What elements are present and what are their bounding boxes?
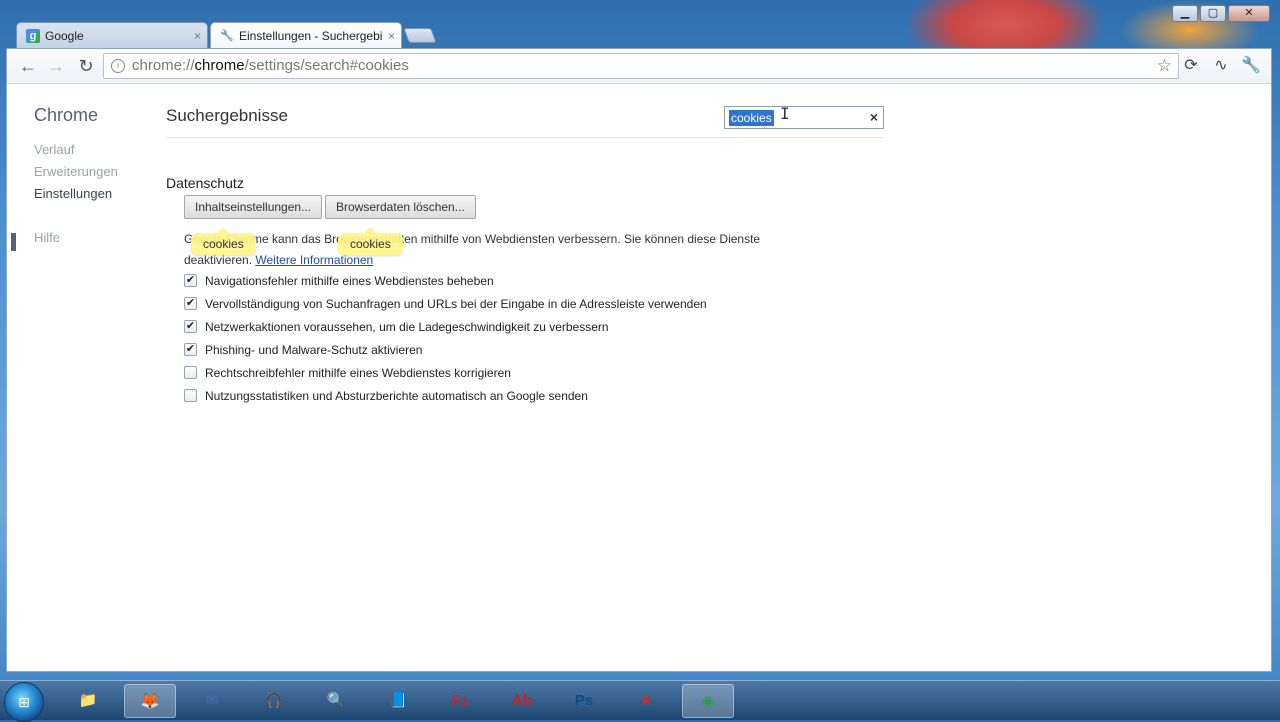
checkbox-label: Vervollständigung von Suchanfragen und U…	[205, 297, 707, 311]
checkbox-label: Phishing- und Malware-Schutz aktivieren	[205, 343, 423, 357]
url-scheme: chrome://	[132, 57, 195, 74]
wrench-icon: 🔧	[220, 30, 234, 42]
tab-settings[interactable]: 🔧 Einstellungen - Suchergebi ×	[210, 22, 402, 48]
sidebar-item-verlauf[interactable]: Verlauf	[34, 142, 74, 157]
firefox-icon[interactable]: 🦊	[124, 684, 176, 718]
sidebar-item-einstellungen[interactable]: Einstellungen	[34, 186, 112, 201]
bookmark-star-icon[interactable]: ☆	[1157, 54, 1172, 78]
checkbox-checked[interactable]: ✔	[184, 297, 197, 310]
section-title-datenschutz: Datenschutz	[166, 175, 244, 191]
learn-more-link[interactable]: Weitere Informationen	[255, 253, 373, 267]
thunderbird-icon[interactable]: ✉	[186, 684, 238, 718]
close-window-button[interactable]: ✕	[1228, 5, 1270, 22]
address-bar[interactable]: i chrome://chrome/settings/search#cookie…	[103, 53, 1179, 79]
settings-search-input[interactable]: cookies ×	[724, 106, 884, 129]
extension-icon[interactable]: ⟳	[1179, 55, 1203, 77]
explorer-icon[interactable]: 📁	[62, 684, 114, 718]
tab-close-icon[interactable]: ×	[388, 23, 395, 48]
clear-browsing-data-button[interactable]: Browserdaten löschen...	[325, 195, 476, 219]
pokerstars-icon[interactable]: ★	[620, 684, 672, 718]
photoshop-icon[interactable]: Ps	[558, 684, 610, 718]
sidebar-title: Chrome	[34, 105, 99, 125]
minimize-button[interactable]: ▁	[1172, 5, 1198, 22]
reload-icon[interactable]: ↻	[75, 55, 97, 77]
checkbox-checked[interactable]: ✔	[184, 343, 197, 356]
pulse-extension-icon[interactable]: ∿	[1209, 55, 1233, 77]
tab-label: Einstellungen - Suchergebi	[239, 29, 383, 43]
maximize-button[interactable]: ▢	[1200, 5, 1226, 22]
new-tab-button[interactable]	[403, 28, 437, 43]
sidebar-item-erweiterungen[interactable]: Erweiterungen	[34, 164, 118, 179]
window-controls: ▁ ▢ ✕	[1172, 5, 1270, 22]
text-cursor-icon: I	[780, 104, 790, 123]
selected-marker	[11, 233, 16, 251]
search-icon[interactable]: 🔍	[310, 684, 362, 718]
google-icon: g	[26, 29, 40, 43]
ebook-icon[interactable]: 📘	[372, 684, 424, 718]
privacy-description: Google Chrome kann das Browserverhalten …	[184, 229, 764, 271]
toolbar: ← → ↻ i chrome://chrome/settings/search#…	[7, 49, 1271, 84]
page-title: Suchergebnisse	[166, 106, 288, 125]
tab-strip: g Google × 🔧 Einstellungen - Suchergebi …	[12, 22, 912, 48]
checkbox-checked[interactable]: ✔	[184, 274, 197, 287]
clear-search-icon[interactable]: ×	[870, 109, 878, 125]
content-settings-button[interactable]: Inhaltseinstellungen...	[184, 195, 323, 219]
forward-icon[interactable]: →	[45, 55, 67, 77]
url-path: /settings/search#cookies	[244, 57, 409, 74]
sidebar-item-hilfe[interactable]: Hilfe	[34, 230, 60, 245]
filezilla-icon[interactable]: Fz	[434, 684, 486, 718]
url-host: chrome	[194, 57, 245, 74]
settings-page: Chrome Verlauf Erweiterungen Einstellung…	[7, 85, 1271, 671]
search-highlight-bubble: cookies	[338, 227, 403, 255]
search-highlight-bubble: cookies	[191, 227, 256, 255]
start-button[interactable]: ⊞	[4, 682, 44, 722]
browser-window: ← → ↻ i chrome://chrome/settings/search#…	[6, 48, 1272, 672]
tab-google[interactable]: g Google ×	[16, 22, 208, 48]
taskbar: ⊞ 📁 🦊 ✉ 🎧 🔍 📘 Fz Ab Ps ★ ◉	[0, 680, 1280, 722]
headphones-icon[interactable]: 🎧	[248, 684, 300, 718]
wrench-menu-icon[interactable]: 🔧	[1239, 55, 1263, 77]
search-value: cookies	[729, 110, 774, 126]
acrobat-icon[interactable]: Ab	[496, 684, 548, 718]
checkbox-label: Navigationsfehler mithilfe eines Webdien…	[205, 274, 494, 288]
checkbox-unchecked[interactable]	[184, 366, 197, 379]
checkbox-unchecked[interactable]	[184, 389, 197, 402]
tab-label: Google	[45, 29, 84, 43]
chrome-icon[interactable]: ◉	[682, 684, 734, 718]
checkbox-label: Nutzungsstatistiken und Absturzberichte …	[205, 389, 588, 403]
tab-close-icon[interactable]: ×	[194, 23, 201, 48]
checkbox-label: Netzwerkaktionen voraussehen, um die Lad…	[205, 320, 609, 334]
checkbox-checked[interactable]: ✔	[184, 320, 197, 333]
page-info-icon[interactable]: i	[111, 59, 125, 73]
checkbox-label: Rechtschreibfehler mithilfe eines Webdie…	[205, 366, 511, 380]
title-divider	[166, 137, 883, 138]
back-icon[interactable]: ←	[17, 55, 39, 77]
